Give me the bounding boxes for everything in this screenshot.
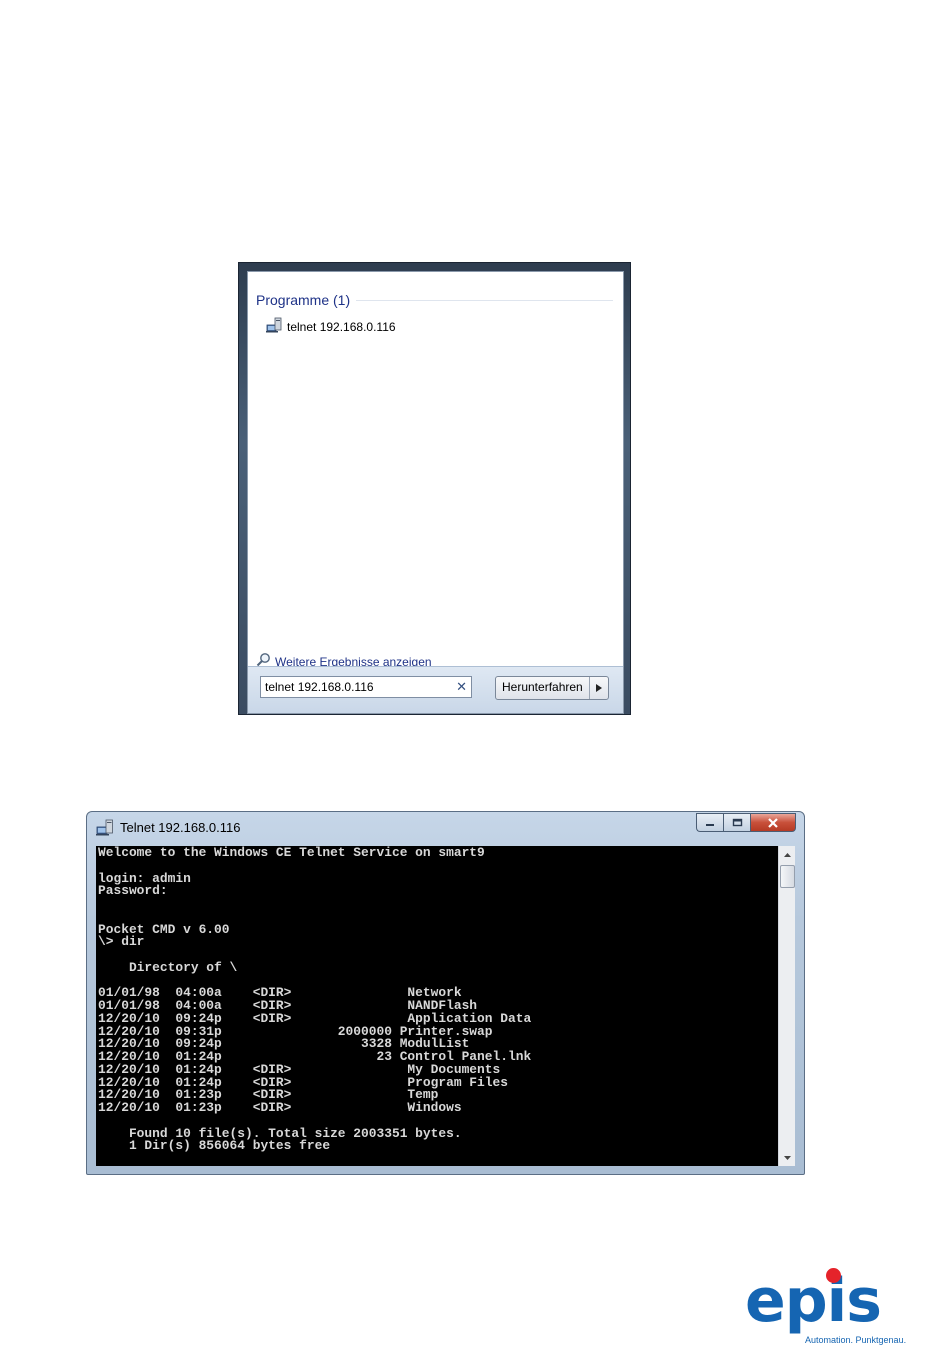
- close-button[interactable]: [750, 813, 796, 832]
- start-menu-panel: Programme (1) telnet 192.168.0.116 Weite…: [238, 262, 631, 715]
- vertical-scrollbar[interactable]: [778, 846, 795, 1166]
- logo-tagline: Automation. Punktgenau.: [805, 1335, 907, 1345]
- shutdown-button[interactable]: Herunterfahren: [496, 677, 589, 699]
- console-output-area[interactable]: Welcome to the Windows CE Telnet Service…: [96, 846, 778, 1166]
- maximize-icon: [732, 818, 742, 827]
- programs-section-title: Programme (1): [256, 292, 351, 308]
- window-title: Telnet 192.168.0.116: [120, 820, 241, 835]
- computer-icon: [96, 819, 114, 840]
- search-input-value: telnet 192.168.0.116: [265, 680, 374, 694]
- window-titlebar[interactable]: Telnet 192.168.0.116: [87, 812, 804, 844]
- scroll-down-button[interactable]: [779, 1149, 795, 1166]
- epis-logo: epis Automation. Punktgenau.: [745, 1265, 915, 1350]
- caption-buttons: [696, 813, 796, 832]
- program-result-telnet[interactable]: telnet 192.168.0.116: [266, 317, 396, 337]
- start-search-input[interactable]: telnet 192.168.0.116 ✕: [260, 676, 472, 698]
- scroll-thumb[interactable]: [780, 865, 795, 888]
- search-results-pane: Programme (1) telnet 192.168.0.116 Weite…: [247, 271, 624, 714]
- scroll-up-button[interactable]: [779, 846, 795, 863]
- shutdown-options-button[interactable]: [588, 677, 608, 699]
- console-text: Welcome to the Windows CE Telnet Service…: [98, 846, 532, 1154]
- minimize-icon: [706, 823, 714, 826]
- search-bar-area: telnet 192.168.0.116 ✕ Herunterfahren: [248, 666, 623, 713]
- telnet-window: Telnet 192.168.0.116 Welcome to the Wind…: [86, 811, 805, 1175]
- close-icon: [768, 817, 778, 828]
- triangle-right-icon: [595, 684, 602, 692]
- computer-icon: [266, 317, 283, 337]
- logo-wordmark: epis: [745, 1266, 882, 1336]
- section-divider: [356, 299, 613, 301]
- arrow-up-icon: [783, 852, 791, 857]
- programs-section-header: Programme (1): [256, 292, 613, 308]
- maximize-button[interactable]: [723, 813, 750, 832]
- close-x-icon[interactable]: ✕: [456, 681, 467, 694]
- program-result-label: telnet 192.168.0.116: [287, 320, 396, 334]
- shutdown-button-group: Herunterfahren: [495, 676, 609, 700]
- arrow-down-icon: [783, 1155, 791, 1160]
- minimize-button[interactable]: [696, 813, 723, 832]
- logo-dot: [826, 1268, 841, 1283]
